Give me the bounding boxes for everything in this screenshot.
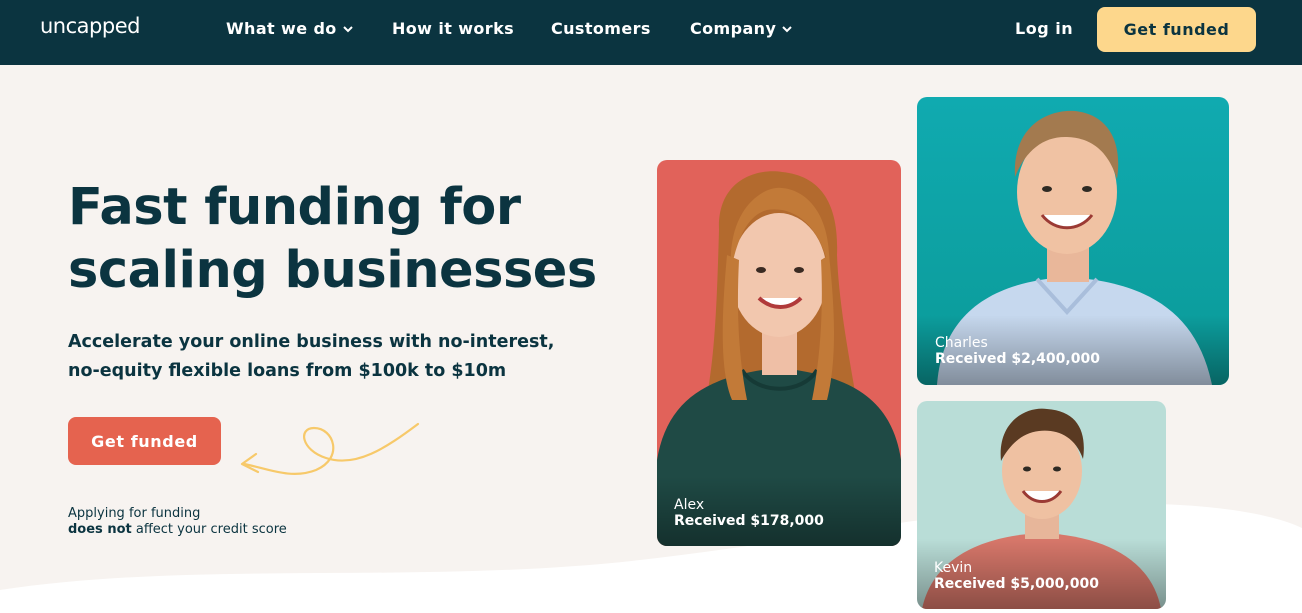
credit-note-bold: does not [68, 522, 132, 537]
testimonial-card-alex: Alex Received $178,000 [657, 160, 901, 546]
arrow-squiggle-icon [240, 422, 420, 475]
testimonial-name: Alex [674, 497, 705, 513]
chevron-down-icon [782, 25, 792, 32]
testimonial-caption: Alex Received $178,000 [674, 497, 824, 529]
nav-item-label: What we do [226, 19, 337, 38]
get-funded-hero-button[interactable]: Get funded [68, 417, 221, 465]
testimonial-card-charles: Charles Received $2,400,000 [917, 97, 1229, 385]
hero-title-line1: Fast funding for [68, 178, 521, 237]
nav-item-customers[interactable]: Customers [551, 19, 651, 38]
nav-item-how-it-works[interactable]: How it works [392, 19, 514, 38]
testimonial-amount: Received $5,000,000 [934, 576, 1099, 592]
testimonial-amount: Received $178,000 [674, 513, 824, 529]
hero-subtitle: Accelerate your online business with no-… [68, 332, 555, 381]
nav-item-label: Customers [551, 19, 651, 38]
hero-title-rest: businesses [284, 241, 598, 300]
testimonial-amount: Received $2,400,000 [935, 351, 1100, 367]
testimonial-card-kevin: Kevin Received $5,000,000 [917, 401, 1166, 609]
testimonial-name: Kevin [934, 560, 973, 576]
nav-item-what-we-do[interactable]: What we do [226, 19, 353, 38]
testimonial-name: Charles [935, 335, 988, 351]
login-link[interactable]: Log in [1015, 19, 1073, 38]
nav-item-label: How it works [392, 19, 515, 38]
credit-note-line1: Applying for funding [68, 506, 201, 521]
testimonial-caption: Kevin Received $5,000,000 [934, 560, 1099, 592]
nav-item-label: Company [690, 19, 777, 38]
credit-note-rest: affect your credit score [135, 522, 287, 537]
get-funded-nav-button[interactable]: Get funded [1097, 7, 1256, 52]
testimonial-caption: Charles Received $2,400,000 [935, 335, 1100, 367]
nav-item-company[interactable]: Company [690, 19, 792, 38]
hero-title-bold: scaling [68, 241, 268, 300]
top-navigation: uncapped What we do How it works Custome… [0, 0, 1302, 65]
uncapped-logo[interactable]: uncapped [40, 14, 140, 38]
hero-title: Fast funding for scaling businesses [68, 176, 628, 302]
credit-score-note: Applying for funding does not affect you… [68, 506, 287, 538]
chevron-down-icon [342, 25, 353, 32]
